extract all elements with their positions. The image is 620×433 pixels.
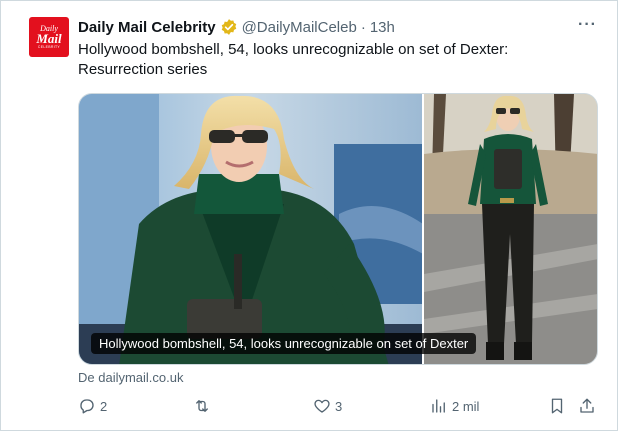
- tweet-actions: 2 3 2 mil: [78, 397, 598, 421]
- reply-icon: [80, 399, 94, 414]
- views-count: 2 mil: [452, 398, 480, 414]
- more-options-button[interactable]: ···: [578, 16, 597, 34]
- heart-icon: [314, 399, 330, 413]
- retweet-button[interactable]: [193, 397, 215, 415]
- bookmark-button[interactable]: [548, 397, 566, 415]
- avatar[interactable]: Daily Mail CELEBRITY: [29, 17, 69, 57]
- separator-dot: ·: [360, 18, 366, 36]
- author-handle[interactable]: @DailyMailCeleb: [242, 19, 357, 36]
- verified-badge-icon: [220, 18, 238, 36]
- media-caption: Hollywood bombshell, 54, looks unrecogni…: [91, 333, 477, 354]
- timestamp[interactable]: 13h: [370, 19, 395, 36]
- media-image-left[interactable]: [79, 94, 422, 364]
- avatar-text-mail: Mail: [36, 30, 62, 46]
- retweet-icon: [196, 400, 208, 412]
- share-button[interactable]: [578, 397, 596, 415]
- avatar-text-celebrity: CELEBRITY: [37, 44, 61, 49]
- like-count: 3: [335, 398, 343, 414]
- share-icon: [580, 398, 594, 413]
- media-container[interactable]: [78, 93, 598, 365]
- author-name[interactable]: Daily Mail Celebrity: [78, 19, 216, 36]
- media-image-right[interactable]: [423, 94, 597, 364]
- reply-button[interactable]: 2: [78, 397, 107, 415]
- reply-count: 2: [100, 398, 108, 414]
- bookmark-icon: [551, 398, 563, 414]
- link-source[interactable]: De dailymail.co.uk: [78, 370, 184, 385]
- views-icon: [432, 399, 445, 413]
- views-button[interactable]: 2 mil: [430, 397, 479, 415]
- tweet-header: Daily Mail Celebrity @DailyMailCeleb · 1…: [78, 16, 597, 38]
- like-button[interactable]: 3: [313, 397, 342, 415]
- tweet-text: Hollywood bombshell, 54, looks unrecogni…: [78, 41, 509, 78]
- tweet-card[interactable]: Daily Mail CELEBRITY Daily Mail Celebrit…: [0, 0, 618, 431]
